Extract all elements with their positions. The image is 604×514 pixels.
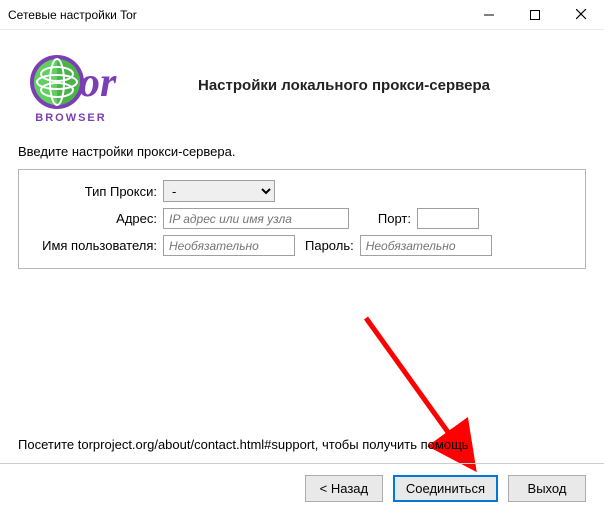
username-input[interactable] <box>163 235 295 256</box>
password-label: Пароль: <box>295 238 360 253</box>
proxy-type-label: Тип Прокси: <box>31 184 163 199</box>
row-proxy-type: Тип Прокси: - <box>31 180 573 202</box>
footer-help-text: Посетите torproject.org/about/contact.ht… <box>18 437 469 452</box>
maximize-button[interactable] <box>512 0 558 30</box>
maximize-icon <box>530 10 540 20</box>
close-button[interactable] <box>558 0 604 30</box>
row-credentials: Имя пользователя: Пароль: <box>31 235 573 256</box>
address-input[interactable] <box>163 208 349 229</box>
proxy-form: Тип Прокси: - Адрес: Порт: Имя пользоват… <box>18 169 586 269</box>
button-bar: < Назад Соединиться Выход <box>305 475 586 502</box>
page-heading: Настройки локального прокси-сервера <box>142 77 586 94</box>
exit-button[interactable]: Выход <box>508 475 586 502</box>
proxy-type-select[interactable]: - <box>163 180 275 202</box>
footer-separator <box>0 463 604 464</box>
port-label: Порт: <box>367 211 417 226</box>
port-input[interactable] <box>417 208 479 229</box>
titlebar: Сетевые настройки Tor <box>0 0 604 30</box>
password-input[interactable] <box>360 235 492 256</box>
minimize-button[interactable] <box>466 0 512 30</box>
close-icon <box>576 9 587 20</box>
row-address: Адрес: Порт: <box>31 208 573 229</box>
window-title: Сетевые настройки Tor <box>8 8 466 22</box>
tor-browser-logo: or BROWSER <box>18 40 124 130</box>
svg-text:or: or <box>79 60 117 106</box>
connect-button[interactable]: Соединиться <box>393 475 498 502</box>
username-label: Имя пользователя: <box>31 238 163 253</box>
address-label: Адрес: <box>31 211 163 226</box>
logo-browser-text: BROWSER <box>35 112 106 124</box>
window-controls <box>466 0 604 30</box>
back-button[interactable]: < Назад <box>305 475 383 502</box>
minimize-icon <box>484 10 494 20</box>
tor-logo-icon: or <box>21 46 121 114</box>
intro-text: Введите настройки прокси-сервера. <box>18 144 586 159</box>
header-row: or BROWSER Настройки локального прокси-с… <box>18 40 586 130</box>
content-area: or BROWSER Настройки локального прокси-с… <box>0 30 604 269</box>
